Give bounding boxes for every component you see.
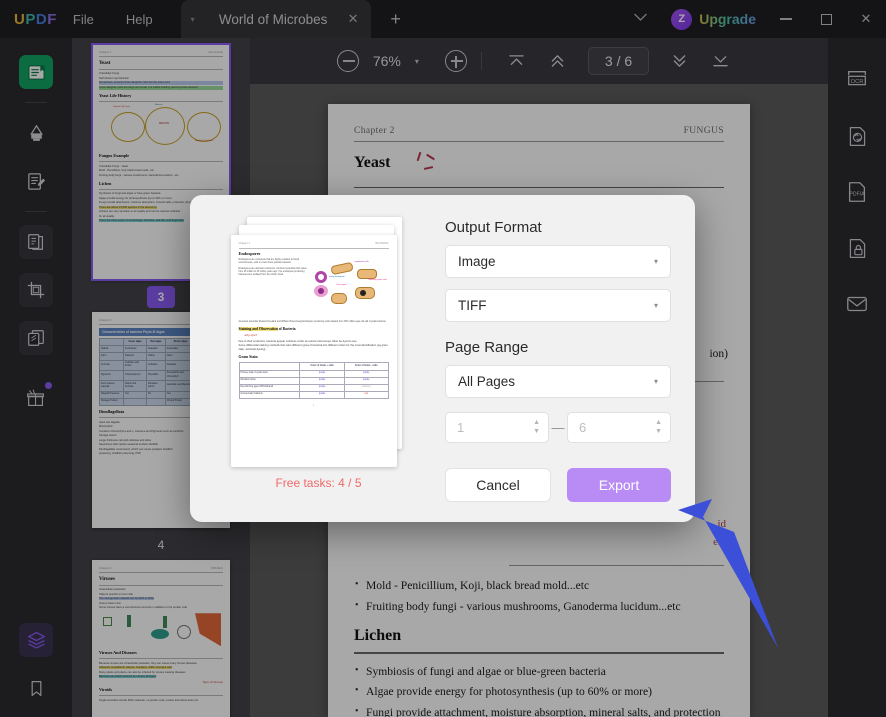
td: purple (343, 376, 389, 385)
preview-h2-rest: of Bacteria (277, 327, 296, 332)
range-from-input[interactable]: 1 ▲ ▼ (445, 412, 549, 443)
range-separator: — (551, 420, 565, 435)
output-format-value: Image (458, 254, 496, 269)
dialog-form-pane: Output Format Image ▾ TIFF ▾ Page Range … (421, 217, 671, 502)
preview-bullet: Some differential staining methods that … (238, 344, 388, 352)
range-from-stepper[interactable]: ▲ ▼ (533, 419, 540, 435)
preview-para-1: Endospores are constructs that are highl… (238, 258, 300, 265)
page-range-label: Page Range (445, 339, 529, 356)
td: purple (299, 376, 345, 385)
range-to-stepper[interactable]: ▲ ▼ (655, 419, 662, 435)
th: Color of Gram - cells (343, 362, 389, 371)
export-button[interactable]: Export (567, 468, 671, 502)
image-subformat-select[interactable]: TIFF ▾ (445, 289, 671, 322)
td: Decolorizing agent 95% Ethanol (238, 383, 301, 392)
th (238, 362, 301, 371)
preview-fig-label-4: Maturing spore coat (368, 278, 387, 281)
dialog-preview-pane: Chapter 1 BACTERIA Endospores Endospores… (216, 217, 421, 502)
preview-para-3: American scientists Russell Vreeland and… (238, 320, 387, 323)
td: red (343, 390, 389, 399)
range-from-value: 1 (457, 420, 465, 435)
preview-h2-highlight: Staining and Observation (238, 327, 278, 332)
image-subformat-value: TIFF (458, 298, 487, 313)
chevron-down-icon[interactable]: ▾ (654, 257, 658, 266)
th: Color of Gram + cells (299, 362, 345, 371)
preview-bullet: Due to their small size, bacteria appear… (238, 339, 358, 343)
preview-annotation: why dye? (244, 333, 258, 338)
page-range-inputs: 1 ▲ ▼ — 6 ▲ ▼ (445, 412, 671, 443)
preview-gram-stain-table: Color of Gram + cells Color of Gram - ce… (238, 362, 389, 399)
page-range-select[interactable]: All Pages ▾ (445, 365, 671, 398)
stepper-down-icon[interactable]: ▼ (655, 428, 662, 435)
preview-fig-label-1: vegetative cells (354, 260, 369, 263)
preview-fig-label-3: Free spore (336, 283, 347, 286)
td: Mordant Iodine (238, 376, 301, 385)
range-to-input[interactable]: 6 ▲ ▼ (567, 412, 671, 443)
preview-h3: Gram Stain (238, 354, 258, 359)
chevron-down-icon[interactable]: ▾ (654, 301, 658, 310)
stepper-down-icon[interactable]: ▼ (533, 428, 540, 435)
td: purple (299, 390, 345, 399)
preview-header-right: BACTERIA (375, 242, 389, 245)
free-tasks-label: Free tasks: 4 / 5 (275, 476, 362, 490)
output-format-select[interactable]: Image ▾ (445, 245, 671, 278)
preview-page-number: 1 (312, 403, 315, 407)
stepper-up-icon[interactable]: ▲ (533, 419, 540, 426)
updf-application-window: U P D F File Help ▾ World of Microbes ✕ … (0, 0, 886, 717)
preview-para-2: Endospores are dormant constructs, minim… (238, 267, 307, 277)
output-format-label: Output Format (445, 219, 542, 236)
stepper-up-icon[interactable]: ▲ (655, 419, 662, 426)
range-to-value: 6 (579, 420, 587, 435)
td: colorless (343, 383, 389, 392)
td: purple (343, 369, 389, 378)
preview-h1: Endospores (238, 251, 261, 257)
td: Counterstain Safranin (238, 390, 301, 399)
cancel-button[interactable]: Cancel (445, 468, 551, 502)
td: purple (299, 383, 345, 392)
chevron-down-icon[interactable]: ▾ (654, 377, 658, 386)
export-dialog: Chapter 1 BACTERIA Endospores Endospores… (190, 195, 695, 522)
td: purple (299, 369, 345, 378)
td: Primary stain Crystal violet (238, 369, 301, 378)
preview-fig-label-2: Young endospore (328, 275, 345, 278)
dialog-actions: Cancel Export (445, 468, 671, 502)
page-range-value: All Pages (458, 374, 516, 389)
page-stack-preview: Chapter 1 BACTERIA Endospores Endospores… (229, 217, 409, 467)
pointer-arrow-annotation (676, 476, 786, 656)
preview-header-left: Chapter 1 (238, 242, 250, 245)
preview-sheet-front: Chapter 1 BACTERIA Endospores Endospores… (230, 235, 397, 467)
